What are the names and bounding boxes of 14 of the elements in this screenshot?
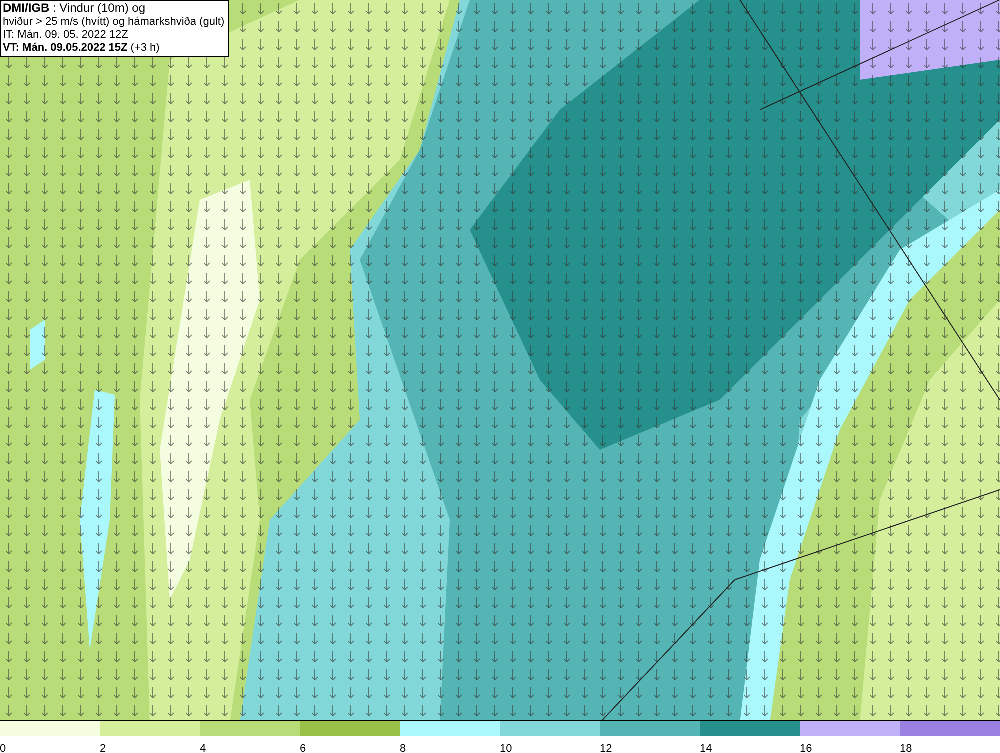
legend-label: 14 bbox=[700, 743, 712, 753]
legend-label: 8 bbox=[400, 743, 406, 753]
title-line: VT: Mán. 09.05.2022 15Z (+3 h) bbox=[3, 42, 161, 55]
legend-label: 6 bbox=[300, 743, 306, 753]
title-line: IT: Mán. 09. 05. 2022 12Z bbox=[3, 29, 130, 42]
title-line: DMI/IGB : Vindur (10m) og bbox=[3, 1, 146, 16]
title-line: hviður > 25 m/s (hvítt) og hámarkshviða (gult) bbox=[3, 16, 226, 29]
legend-label: 10 bbox=[500, 743, 512, 753]
legend-label: 2 bbox=[100, 743, 106, 753]
legend-label: 0 bbox=[0, 743, 6, 753]
legend-label: 16 bbox=[800, 743, 812, 753]
legend-label: 18 bbox=[900, 743, 912, 753]
legend-label: 12 bbox=[600, 743, 612, 753]
legend-label: 4 bbox=[200, 743, 206, 753]
